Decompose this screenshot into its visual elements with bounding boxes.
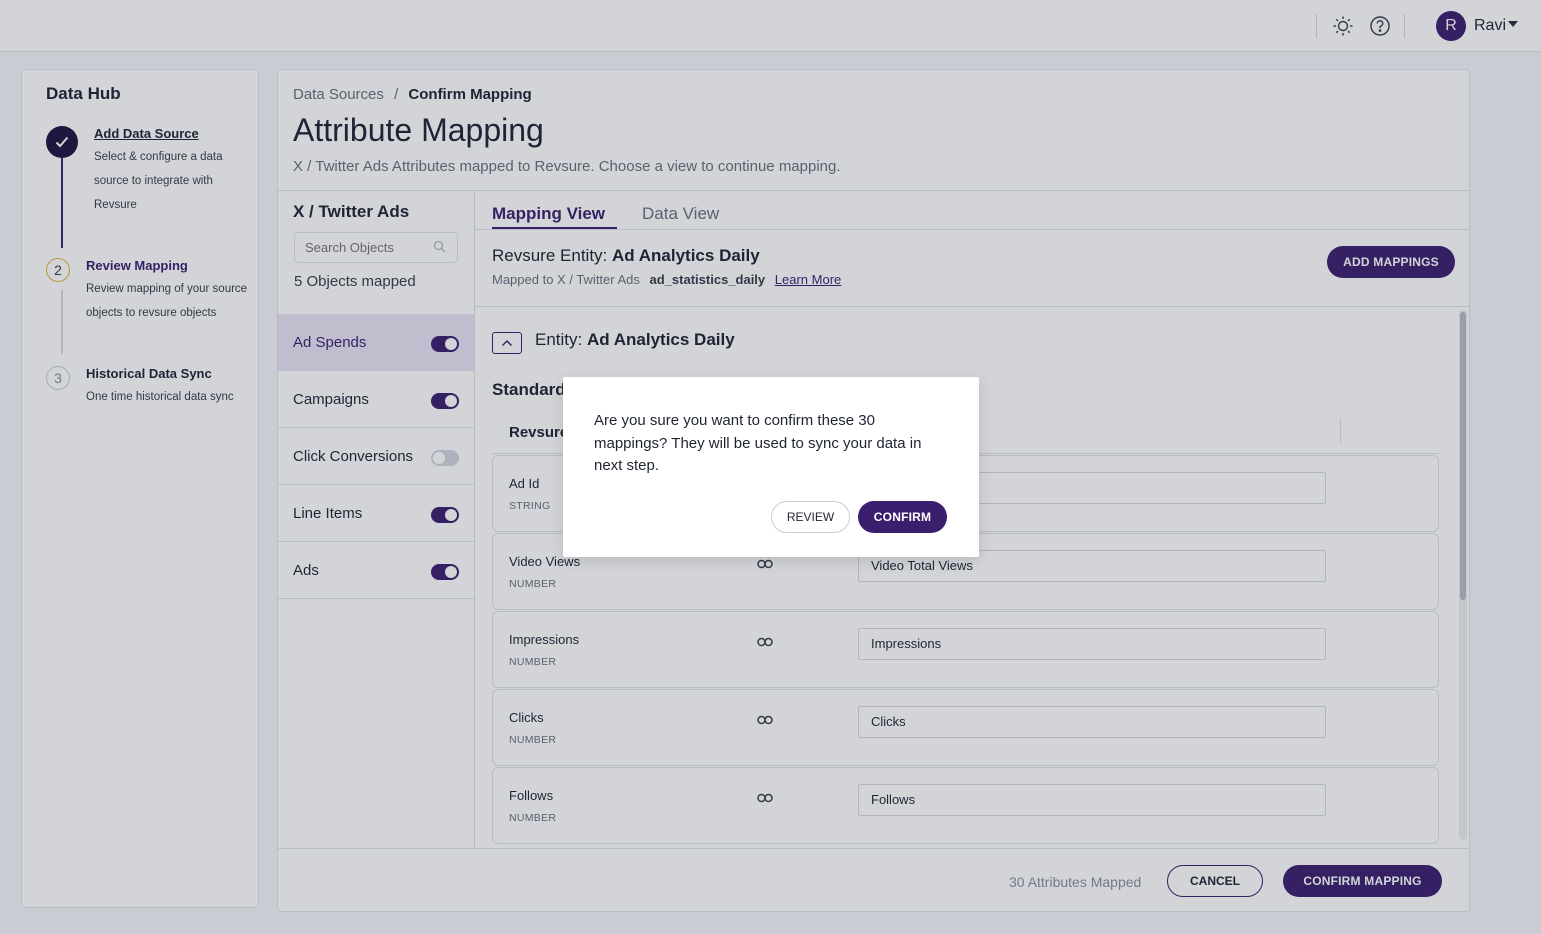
review-button[interactable]: REVIEW — [771, 501, 850, 533]
confirm-dialog: Are you sure you want to confirm these 3… — [563, 377, 979, 557]
dialog-message: Are you sure you want to confirm these 3… — [594, 412, 922, 474]
confirm-button[interactable]: CONFIRM — [858, 501, 947, 533]
